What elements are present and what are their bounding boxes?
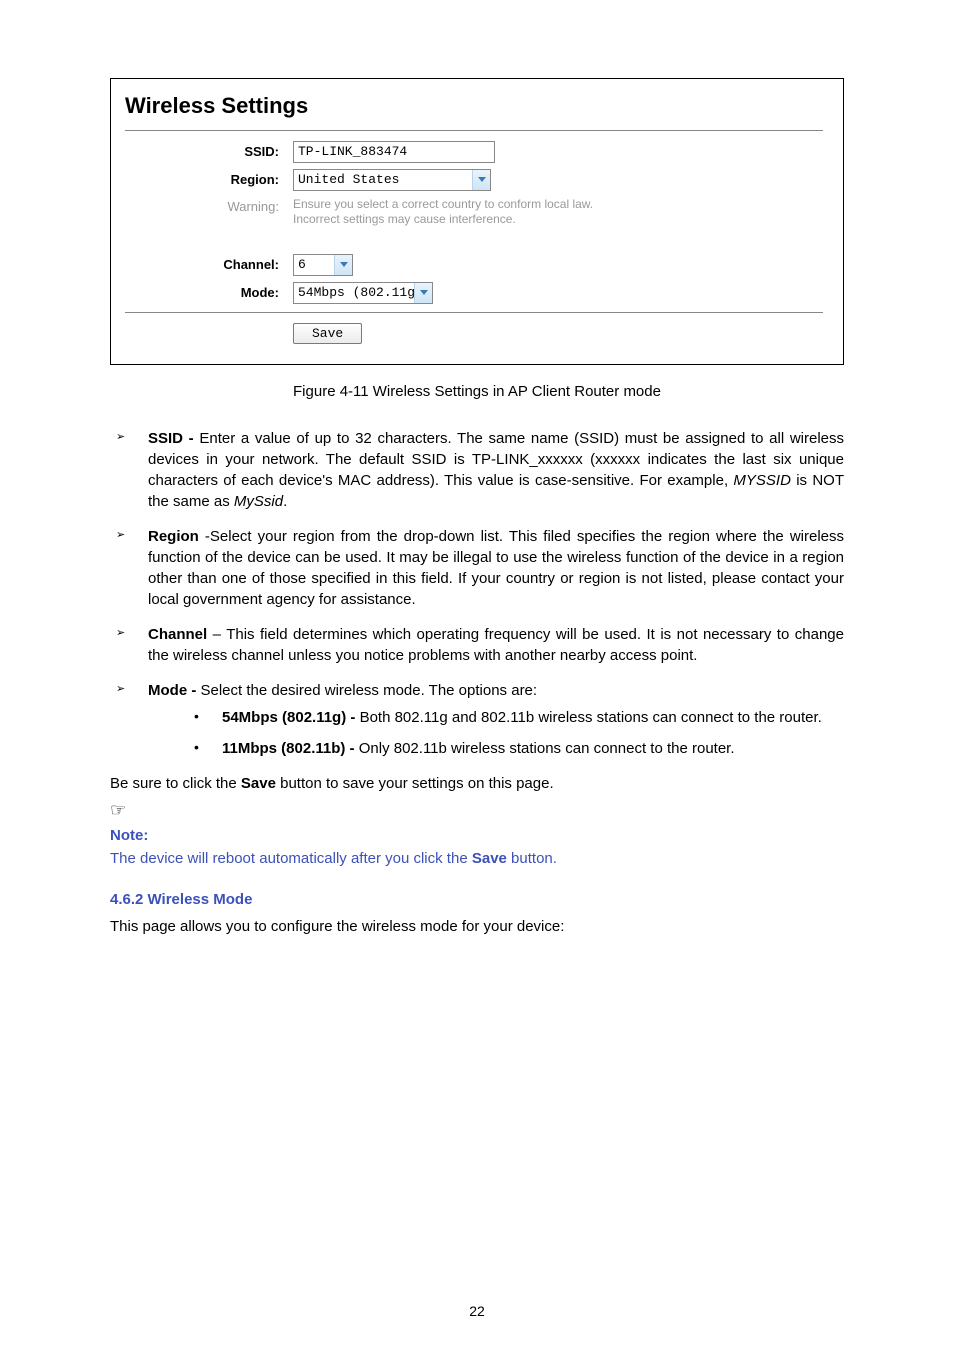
note-post: button. bbox=[507, 850, 557, 867]
save-instruction: Be sure to click the Save button to save… bbox=[110, 773, 844, 794]
item-ssid: SSID - Enter a value of up to 32 charact… bbox=[110, 428, 844, 512]
opt1-term: 54Mbps (802.11g) - bbox=[222, 709, 360, 726]
example1: MYSSID bbox=[733, 472, 791, 489]
section-heading: 4.6.2 Wireless Mode bbox=[110, 889, 844, 910]
mode-select[interactable]: 54Mbps (802.11g) bbox=[293, 282, 433, 304]
item-mode: Mode - Select the desired wireless mode.… bbox=[110, 680, 844, 759]
warning-text: Ensure you select a correct country to c… bbox=[293, 197, 593, 228]
mode-options: 54Mbps (802.11g) - Both 802.11g and 802.… bbox=[148, 707, 844, 759]
mode-option-g: 54Mbps (802.11g) - Both 802.11g and 802.… bbox=[148, 707, 844, 728]
section-intro: This page allows you to configure the wi… bbox=[110, 916, 844, 937]
save-btn-name: Save bbox=[241, 775, 276, 792]
row-save: Save bbox=[125, 323, 823, 344]
opt1-text: Both 802.11g and 802.11b wireless statio… bbox=[360, 709, 822, 726]
region-chevron bbox=[472, 170, 490, 190]
description-list: SSID - Enter a value of up to 32 charact… bbox=[110, 428, 844, 759]
item-region: Region -Select your region from the drop… bbox=[110, 526, 844, 610]
chevron-down-icon bbox=[420, 290, 428, 295]
opt2-term: 11Mbps (802.11b) - bbox=[222, 740, 359, 757]
channel-chevron bbox=[334, 255, 352, 275]
chevron-down-icon bbox=[340, 262, 348, 267]
save-post: button to save your settings on this pag… bbox=[276, 775, 554, 792]
note-pre: The device will reboot automatically aft… bbox=[110, 850, 472, 867]
label-channel: Channel: bbox=[125, 256, 293, 274]
warning-line-2: Incorrect settings may cause interferenc… bbox=[293, 212, 516, 226]
item-channel: Channel – This field determines which op… bbox=[110, 624, 844, 666]
page-number: 22 bbox=[0, 1302, 954, 1322]
channel-select[interactable]: 6 bbox=[293, 254, 353, 276]
panel-title: Wireless Settings bbox=[125, 91, 823, 122]
figure-caption: Figure 4-11 Wireless Settings in AP Clie… bbox=[110, 381, 844, 402]
term-region: Region bbox=[148, 528, 205, 545]
text-region: -Select your region from the drop-down l… bbox=[148, 528, 844, 608]
divider bbox=[125, 312, 823, 313]
mode-value: 54Mbps (802.11g) bbox=[294, 284, 414, 302]
term-mode: Mode - bbox=[148, 682, 201, 699]
ssid-input[interactable] bbox=[293, 141, 495, 163]
row-mode: Mode: 54Mbps (802.11g) bbox=[125, 282, 823, 304]
row-channel: Channel: 6 bbox=[125, 254, 823, 276]
divider bbox=[125, 130, 823, 131]
text-mode: Select the desired wireless mode. The op… bbox=[201, 682, 538, 699]
label-ssid: SSID: bbox=[125, 143, 293, 161]
mode-option-b: 11Mbps (802.11b) - Only 802.11b wireless… bbox=[148, 738, 844, 759]
wireless-settings-panel: Wireless Settings SSID: Region: United S… bbox=[110, 78, 844, 365]
warning-line-1: Ensure you select a correct country to c… bbox=[293, 197, 593, 211]
label-region: Region: bbox=[125, 171, 293, 189]
save-pre: Be sure to click the bbox=[110, 775, 241, 792]
row-ssid: SSID: bbox=[125, 141, 823, 163]
text-channel: – This field determines which operating … bbox=[148, 626, 844, 664]
label-mode: Mode: bbox=[125, 284, 293, 302]
row-warning: Warning: Ensure you select a correct cou… bbox=[125, 197, 823, 228]
row-region: Region: United States bbox=[125, 169, 823, 191]
chevron-down-icon bbox=[478, 177, 486, 182]
label-warning: Warning: bbox=[125, 197, 293, 216]
term-channel: Channel bbox=[148, 626, 213, 643]
opt2-text: Only 802.11b wireless stations can conne… bbox=[359, 740, 735, 757]
save-button[interactable]: Save bbox=[293, 323, 362, 344]
note-btn: Save bbox=[472, 850, 507, 867]
mode-chevron bbox=[414, 283, 432, 303]
region-value: United States bbox=[294, 171, 472, 189]
note-body: The device will reboot automatically aft… bbox=[110, 848, 844, 869]
channel-value: 6 bbox=[294, 256, 334, 274]
ssid-end: . bbox=[283, 493, 287, 510]
example2: MySsid bbox=[234, 493, 283, 510]
pointing-hand-icon: ☞ bbox=[110, 798, 844, 823]
term-ssid: SSID - bbox=[148, 430, 199, 447]
region-select[interactable]: United States bbox=[293, 169, 491, 191]
note-title: Note: bbox=[110, 825, 844, 846]
